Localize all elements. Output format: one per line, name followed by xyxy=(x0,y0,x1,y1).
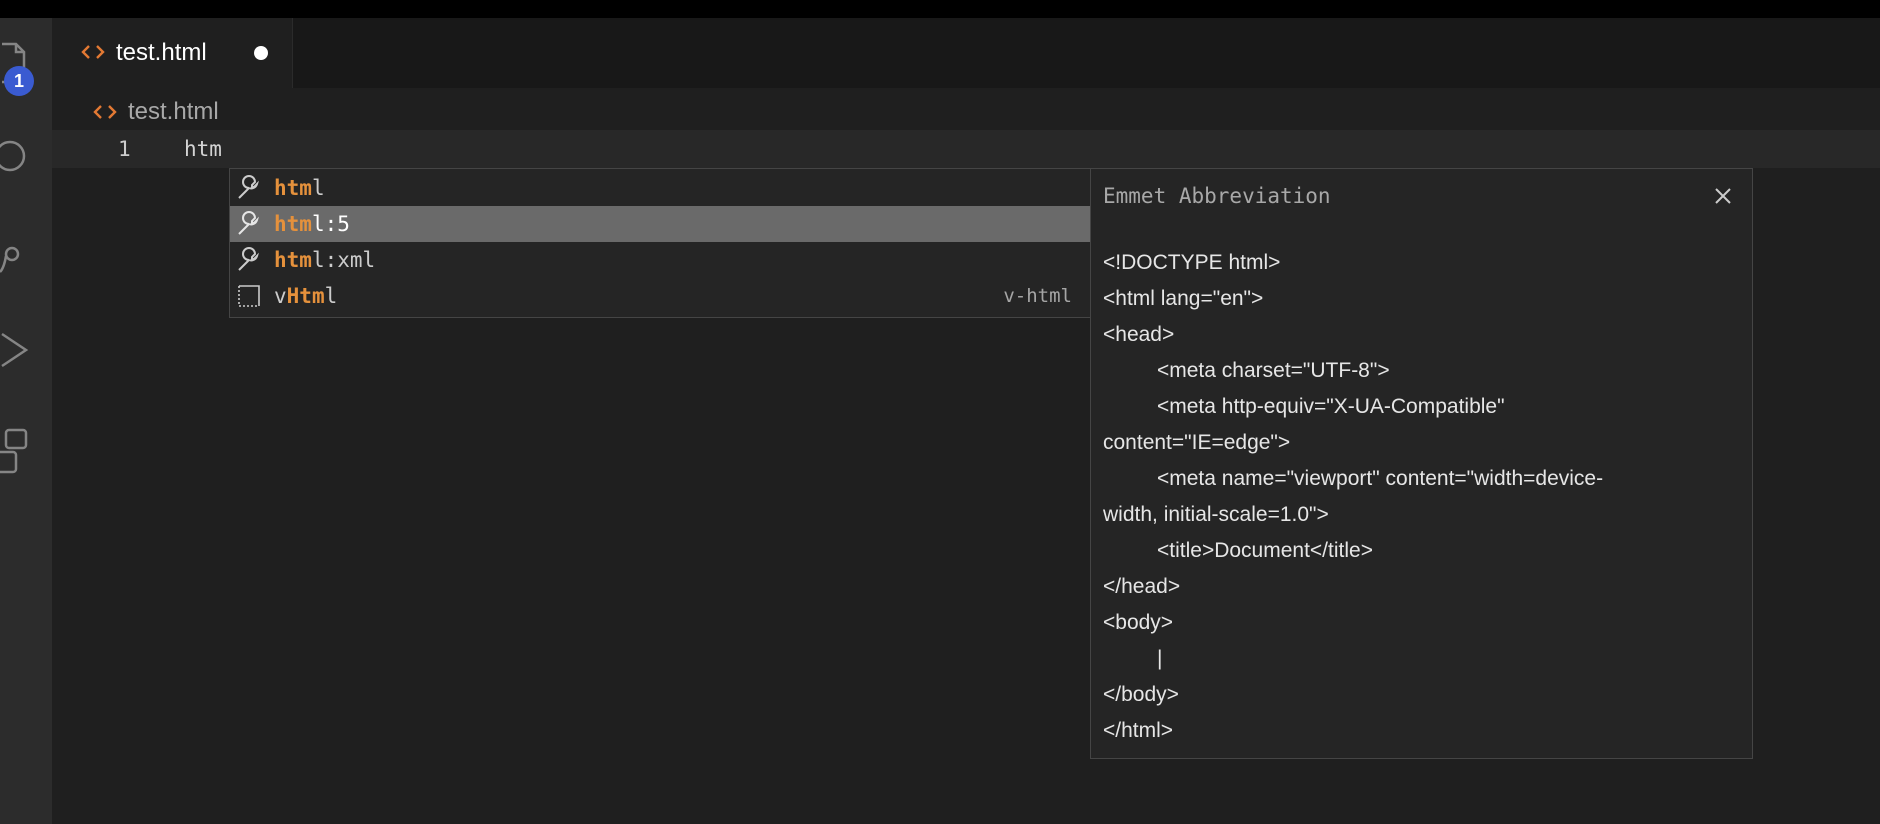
snippet-icon xyxy=(236,283,262,309)
details-line: <meta name="viewport" content="width=dev… xyxy=(1157,467,1604,490)
source-control-icon[interactable] xyxy=(0,228,52,284)
details-line: <body> xyxy=(1103,611,1174,634)
close-icon[interactable] xyxy=(1712,185,1734,207)
suggestion-rest: l:5 xyxy=(311,212,350,236)
suggestion-match: htm xyxy=(274,176,312,200)
suggestion-rest: l xyxy=(324,284,338,308)
wrench-icon xyxy=(236,211,262,237)
tab-label: test.html xyxy=(116,39,207,66)
suggestion-item[interactable]: html:xml xyxy=(230,242,1090,278)
code-icon xyxy=(80,40,106,64)
explorer-badge: 1 xyxy=(4,66,34,96)
extensions-icon[interactable] xyxy=(0,422,52,478)
current-line-highlight xyxy=(52,130,1880,168)
code-line[interactable]: htm xyxy=(184,131,222,167)
suggestion-item-selected[interactable]: html:5 xyxy=(230,206,1090,242)
suggestion-item[interactable]: vHtml v-html xyxy=(230,278,1090,314)
details-body: <!DOCTYPE html> <html lang="en"> <head> … xyxy=(1103,245,1733,749)
explorer-icon[interactable]: 1 xyxy=(0,36,52,96)
details-line: </head> xyxy=(1103,575,1181,598)
details-line: content="IE=edge"> xyxy=(1103,431,1291,454)
activity-bar: 1 xyxy=(0,18,52,824)
suggestion-detail: v-html xyxy=(1003,285,1072,307)
details-line: <title>Document</title> xyxy=(1157,539,1373,562)
details-line: <html lang="en"> xyxy=(1103,287,1264,310)
suggestion-match: Htm xyxy=(286,284,325,308)
details-line: <meta http-equiv="X-UA-Compatible" xyxy=(1157,395,1505,418)
breadcrumb[interactable]: test.html xyxy=(92,96,219,128)
suggestion-details-panel: Emmet Abbreviation <!DOCTYPE html> <html… xyxy=(1090,168,1753,759)
suggestion-match: htm xyxy=(274,248,312,272)
wrench-icon xyxy=(236,247,262,273)
details-line: <head> xyxy=(1103,323,1175,346)
suggestion-item[interactable]: html xyxy=(230,170,1090,206)
suggest-widget: html html:5 html:xml vHtml v-html xyxy=(229,168,1091,318)
details-line: <meta charset="UTF-8"> xyxy=(1157,359,1390,382)
suggestion-prefix: v xyxy=(274,284,287,308)
details-line: </html> xyxy=(1103,719,1174,742)
details-title: Emmet Abbreviation xyxy=(1103,184,1331,208)
details-line: | xyxy=(1157,647,1163,670)
details-line: <!DOCTYPE html> xyxy=(1103,251,1281,274)
suggestion-rest: l xyxy=(311,176,325,200)
wrench-icon xyxy=(236,175,262,201)
code-icon xyxy=(92,100,118,124)
details-line: width, initial-scale=1.0"> xyxy=(1103,503,1329,526)
line-number: 1 xyxy=(118,137,131,161)
suggestion-rest: l:xml xyxy=(311,248,376,272)
tab-strip: test.html xyxy=(52,18,1880,88)
search-icon[interactable] xyxy=(0,130,52,186)
window-top-bar xyxy=(0,0,1880,18)
breadcrumb-label: test.html xyxy=(128,98,219,125)
unsaved-dot-icon[interactable] xyxy=(254,46,268,60)
details-line: </body> xyxy=(1103,683,1179,706)
suggestion-match: htm xyxy=(274,212,312,236)
tab-test-html[interactable]: test.html xyxy=(52,18,293,88)
run-debug-icon[interactable] xyxy=(0,326,52,382)
